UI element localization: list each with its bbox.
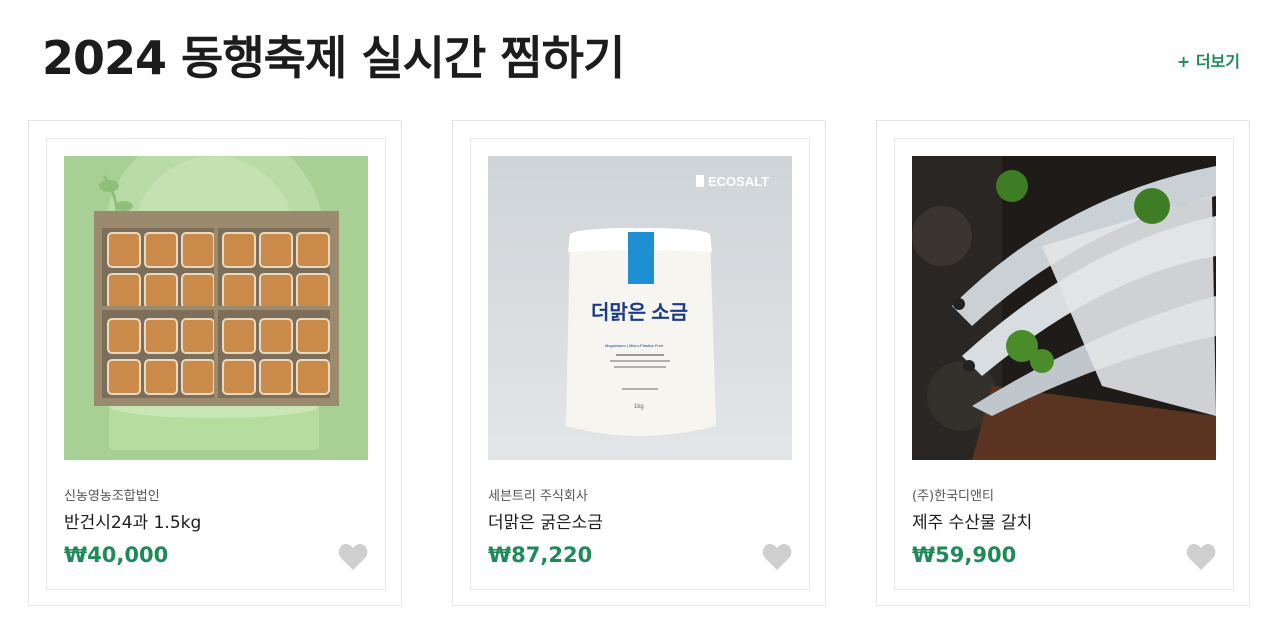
product-card-inner: 신농영농조합법인 반건시24과 1.5kg ₩40,000: [46, 138, 386, 590]
product-seller: 세븐트리 주식회사: [488, 489, 588, 504]
product-seller: (주)한국디앤티: [912, 489, 994, 504]
product-image-salt[interactable]: ECOSALT 더맑은 소금 Magnesium | Micro-Plastic…: [488, 156, 792, 460]
salt-weight: 1kg: [634, 404, 644, 410]
heart-icon[interactable]: [1186, 543, 1216, 571]
product-price: ₩59,900: [912, 543, 1017, 567]
product-card-inner: ECOSALT 더맑은 소금 Magnesium | Micro-Plastic…: [470, 138, 810, 590]
product-price: ₩40,000: [64, 543, 169, 567]
brand-text: ECOSALT: [708, 174, 769, 189]
more-link[interactable]: + 더보기: [1177, 48, 1240, 72]
product-image-persimmon[interactable]: [64, 156, 368, 460]
product-seller: 신농영농조합법인: [64, 489, 160, 504]
section-title: 2024 동행축제 실시간 찜하기: [42, 31, 625, 85]
product-card[interactable]: ECOSALT 더맑은 소금 Magnesium | Micro-Plastic…: [452, 120, 826, 606]
product-card-inner: (주)한국디앤티 제주 수산물 갈치 ₩59,900: [894, 138, 1234, 590]
heart-icon[interactable]: [762, 543, 792, 571]
heart-icon[interactable]: [338, 543, 368, 571]
product-card[interactable]: 신농영농조합법인 반건시24과 1.5kg ₩40,000: [28, 120, 402, 606]
salt-subline: Magnesium | Micro-Plastics Free: [605, 343, 664, 348]
product-name[interactable]: 반건시24과 1.5kg: [64, 508, 201, 533]
product-image-hairtail[interactable]: [912, 156, 1216, 460]
salt-logo-text: 더맑은 소금: [591, 301, 688, 324]
product-name[interactable]: 더맑은 굵은소금: [488, 508, 603, 533]
product-name[interactable]: 제주 수산물 갈치: [912, 508, 1032, 533]
product-price: ₩87,220: [488, 543, 593, 567]
product-card[interactable]: (주)한국디앤티 제주 수산물 갈치 ₩59,900: [876, 120, 1250, 606]
